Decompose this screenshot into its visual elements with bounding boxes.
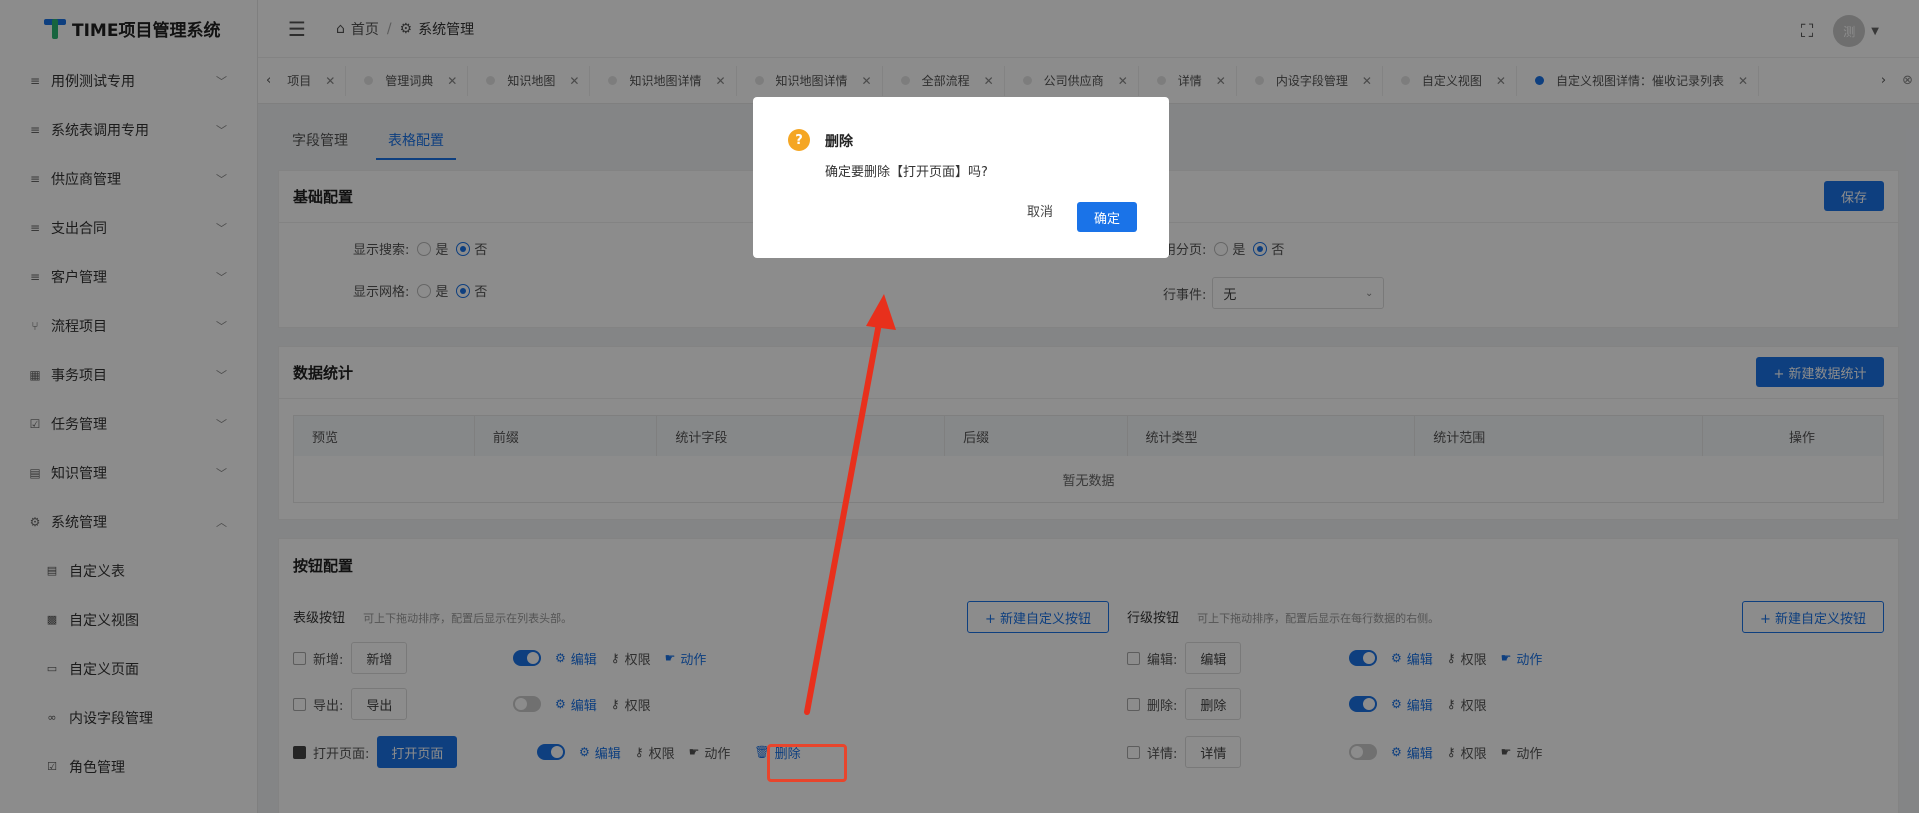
- cancel-button[interactable]: 取消: [1027, 201, 1053, 220]
- confirm-button[interactable]: 确定: [1077, 202, 1137, 232]
- delete-confirm-dialog: ? 删除 确定要删除【打开页面】吗? 取消 确定: [753, 97, 1169, 258]
- dialog-content: 确定要删除【打开页面】吗?: [825, 165, 988, 180]
- dialog-title: 删除: [825, 134, 853, 150]
- question-icon: ?: [788, 129, 810, 151]
- highlight-box: [767, 744, 847, 782]
